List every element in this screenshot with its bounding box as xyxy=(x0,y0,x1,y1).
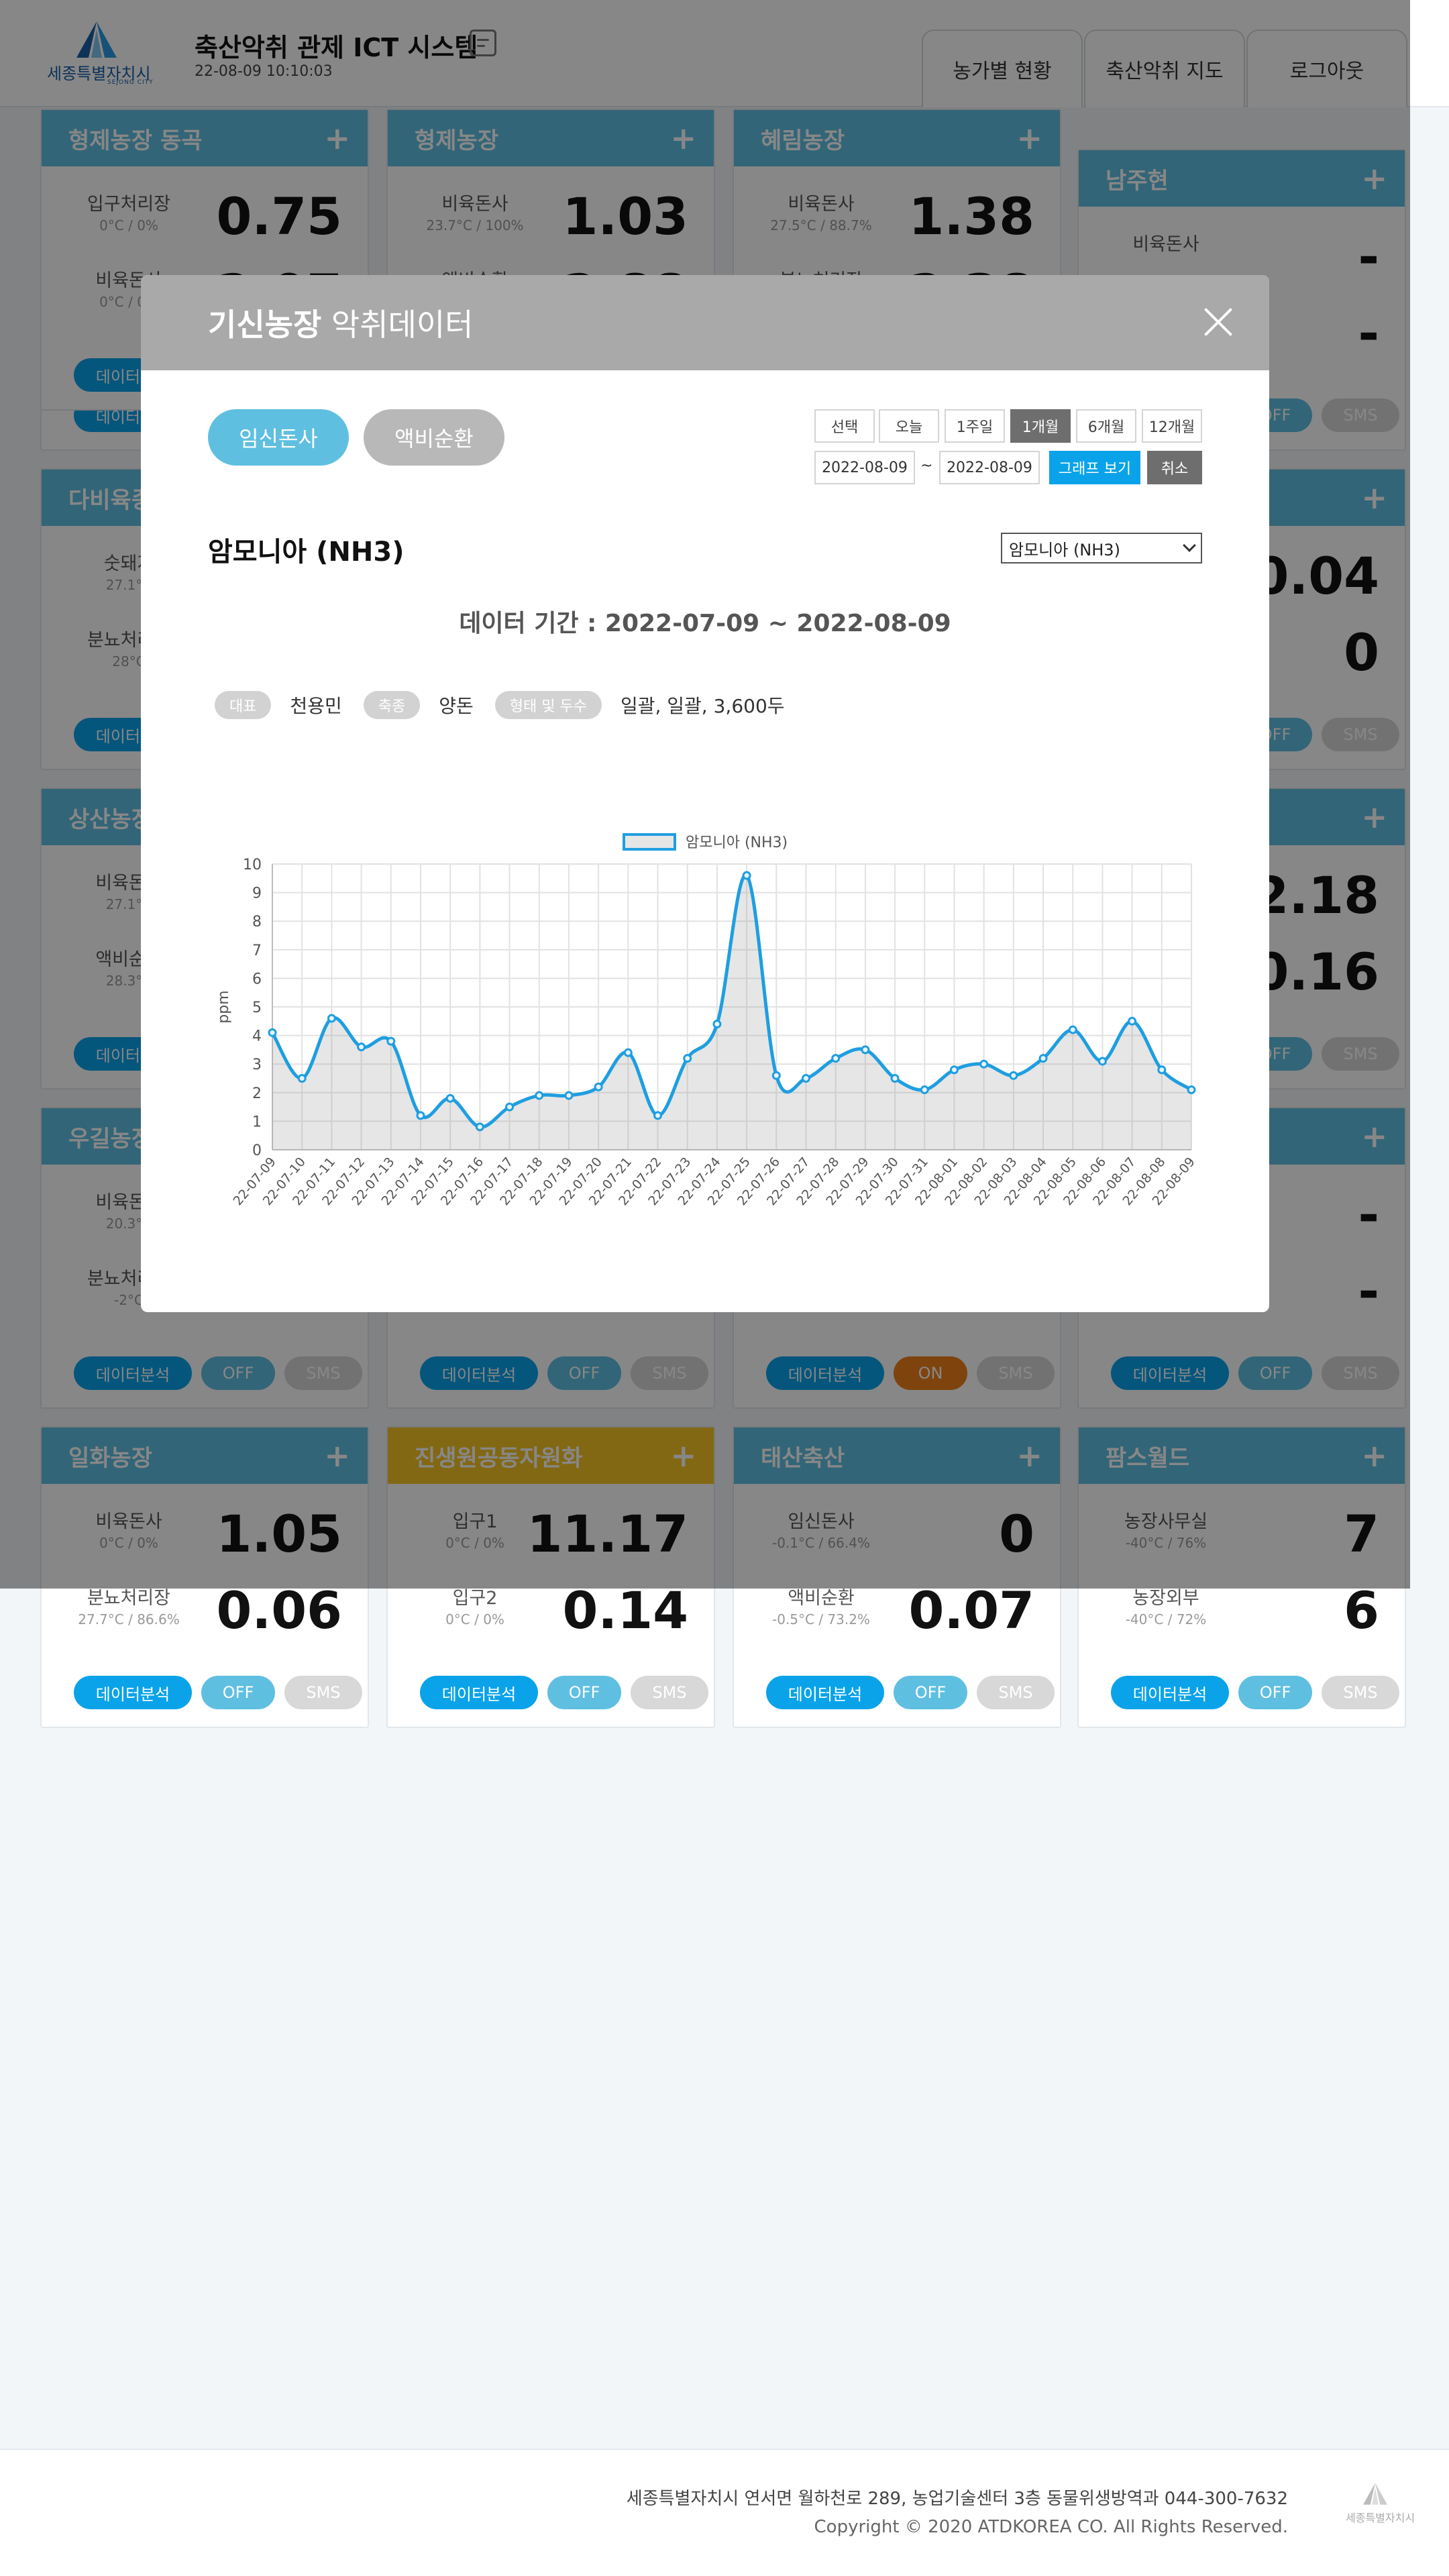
data-point xyxy=(327,1014,336,1023)
data-point xyxy=(683,1054,692,1063)
card-actions: 데이터분석 OFF SMS xyxy=(420,1676,708,1709)
y-tick-label: 8 xyxy=(252,914,262,930)
sensor-value: 0.14 xyxy=(562,1580,688,1640)
y-tick-label: 4 xyxy=(252,1028,262,1045)
data-analysis-button[interactable]: 데이터분석 xyxy=(420,1676,538,1709)
y-tick-label: 9 xyxy=(252,885,262,902)
data-point xyxy=(1038,1054,1048,1063)
data-point xyxy=(920,1085,929,1095)
data-point xyxy=(268,1028,277,1037)
sensor-row: 액비순환 -0.5°C / 73.2% 0.07 xyxy=(734,1579,1060,1646)
y-tick-label: 10 xyxy=(243,857,262,873)
legend-label: 암모니아 (NH3) xyxy=(686,835,788,851)
card-actions: 데이터분석 OFF SMS xyxy=(1111,1676,1399,1709)
y-tick-label: 3 xyxy=(252,1057,262,1073)
data-point xyxy=(564,1091,574,1100)
data-point xyxy=(297,1074,307,1083)
sensor-env: 27.7°C / 86.6% xyxy=(78,1611,180,1627)
y-tick-label: 7 xyxy=(252,943,262,959)
data-point xyxy=(653,1111,663,1120)
data-analysis-button[interactable]: 데이터분석 xyxy=(1111,1676,1229,1709)
sensor-env: -0.5°C / 73.2% xyxy=(772,1611,870,1627)
data-point xyxy=(712,1020,722,1029)
sms-button[interactable]: SMS xyxy=(631,1676,708,1709)
data-point xyxy=(742,871,751,880)
footer-logo-text: 세종특별자치시 xyxy=(1346,2512,1415,2524)
sensor-value: 0.07 xyxy=(908,1580,1034,1640)
data-point xyxy=(979,1059,989,1069)
data-point xyxy=(801,1074,810,1083)
y-tick-label: 6 xyxy=(252,971,262,987)
sensor-value: 6 xyxy=(1344,1580,1379,1640)
sensor-env: -40°C / 72% xyxy=(1125,1611,1207,1627)
data-point xyxy=(1157,1065,1167,1075)
data-analysis-button[interactable]: 데이터분석 xyxy=(74,1676,192,1709)
odor-data-modal: 기신농장 악취데이터 임신돈사 액비순환 선택 오늘 1주일 1개월 6개월 1… xyxy=(141,275,1269,1312)
power-toggle[interactable]: OFF xyxy=(894,1676,967,1709)
sms-button[interactable]: SMS xyxy=(977,1676,1055,1709)
data-point xyxy=(1009,1071,1018,1080)
data-point xyxy=(416,1111,425,1120)
power-toggle[interactable]: OFF xyxy=(1238,1676,1312,1709)
data-point xyxy=(890,1074,900,1083)
data-point xyxy=(1068,1025,1077,1034)
data-point xyxy=(861,1045,870,1055)
sms-button[interactable]: SMS xyxy=(1322,1676,1399,1709)
sms-button[interactable]: SMS xyxy=(284,1676,362,1709)
card-actions: 데이터분석 OFF SMS xyxy=(766,1676,1055,1709)
footer-copyright: Copyright © 2020 ATDKOREA CO. All Rights… xyxy=(814,2517,1288,2537)
legend-swatch xyxy=(623,833,676,851)
sensor-row: 분뇨처리장 27.7°C / 86.6% 0.06 xyxy=(42,1579,368,1646)
data-point xyxy=(1097,1057,1107,1066)
series-area xyxy=(272,875,1191,1150)
data-point xyxy=(831,1054,841,1063)
sensor-row: 농장외부 -40°C / 72% 6 xyxy=(1079,1579,1405,1646)
data-point xyxy=(505,1102,515,1112)
footer-logo-emblem-icon xyxy=(1363,2483,1387,2505)
data-point xyxy=(475,1122,484,1132)
sensor-env: 0°C / 0% xyxy=(445,1611,504,1627)
nh3-line-chart: 01234567891022-07-0922-07-1022-07-1122-0… xyxy=(215,833,1198,1208)
data-point xyxy=(445,1093,455,1103)
data-point xyxy=(623,1048,633,1057)
data-point xyxy=(357,1042,366,1052)
sensor-value: 0.06 xyxy=(216,1580,342,1640)
data-point xyxy=(949,1065,959,1075)
footer: 세종특별자치시 연서면 월하천로 289, 농업기술센터 3층 동물위생방역과 … xyxy=(0,2449,1449,2576)
y-axis-label: ppm xyxy=(215,990,232,1023)
footer-logo: 세종특별자치시 xyxy=(1346,2481,1415,2528)
y-tick-label: 5 xyxy=(252,1000,262,1016)
data-point xyxy=(1187,1085,1196,1095)
y-tick-label: 2 xyxy=(252,1085,262,1102)
power-toggle[interactable]: OFF xyxy=(547,1676,621,1709)
data-point xyxy=(386,1036,396,1046)
footer-address: 세종특별자치시 연서면 월하천로 289, 농업기술센터 3층 동물위생방역과 … xyxy=(626,2489,1288,2509)
y-tick-label: 1 xyxy=(252,1114,262,1130)
data-analysis-button[interactable]: 데이터분석 xyxy=(766,1676,884,1709)
data-point xyxy=(771,1071,781,1080)
data-point xyxy=(1128,1016,1137,1026)
power-toggle[interactable]: OFF xyxy=(201,1676,275,1709)
card-actions: 데이터분석 OFF SMS xyxy=(74,1676,362,1709)
data-point xyxy=(535,1091,544,1100)
y-tick-label: 0 xyxy=(252,1142,262,1159)
sensor-row: 입구2 0°C / 0% 0.14 xyxy=(388,1579,714,1646)
data-point xyxy=(594,1082,603,1091)
